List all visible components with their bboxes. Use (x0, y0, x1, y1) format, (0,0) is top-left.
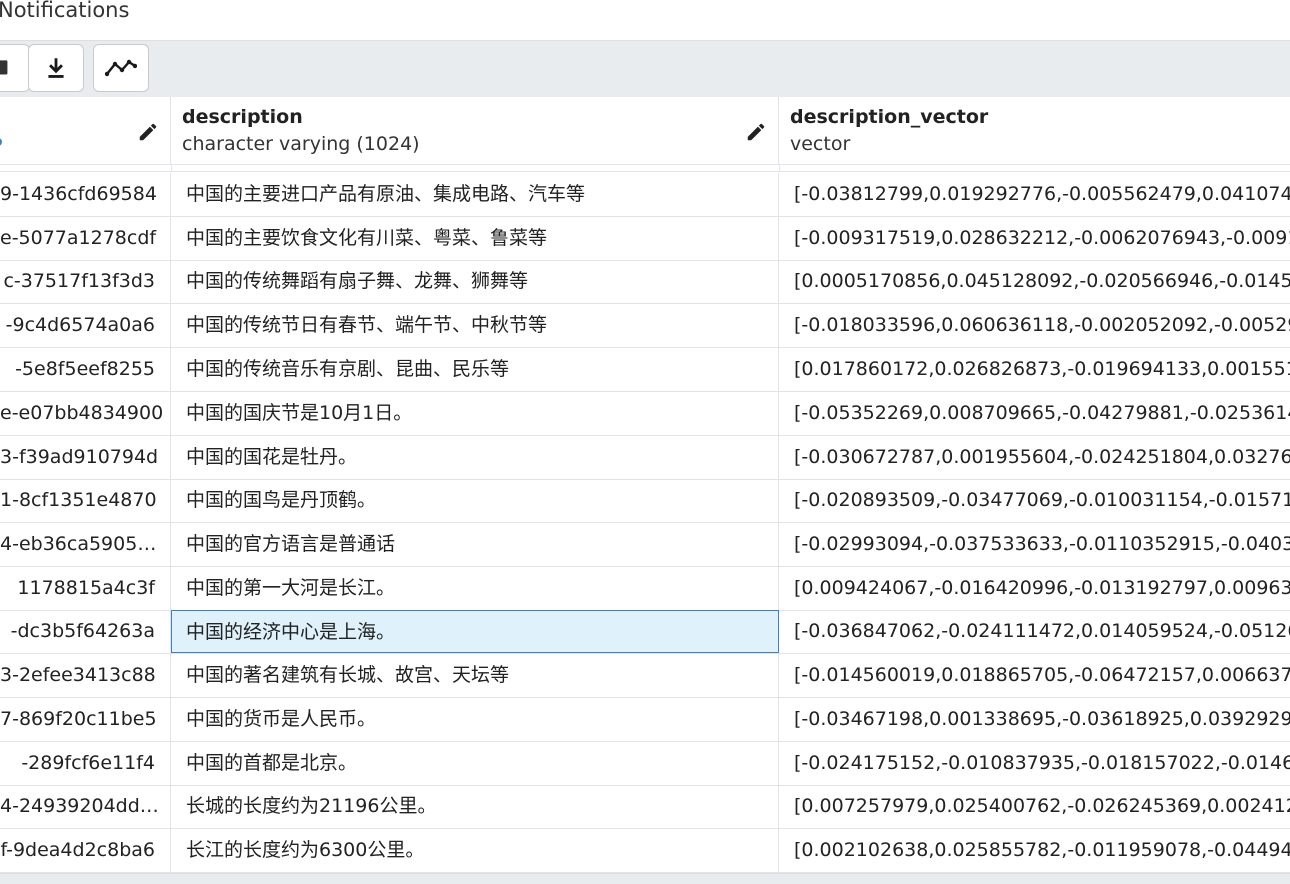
cell-description-vector[interactable]: [-0.05352269,0.008709665,-0.04279881,-0.… (779, 392, 1290, 435)
edit-column-icon[interactable] (745, 121, 767, 143)
cell-description-vector[interactable]: [0.0005170856,0.045128092,-0.020566946,-… (779, 260, 1290, 303)
cell-id[interactable]: 1178815a4c3f (0, 567, 171, 610)
grid-footer (0, 873, 1290, 884)
cell-description-vector[interactable]: [0.017860172,0.026826873,-0.019694133,0.… (779, 348, 1290, 391)
cell-description-vector[interactable]: [-0.03467198,0.001338695,-0.03618925,0.0… (779, 698, 1290, 741)
table-row[interactable]: -5e8f5eef8255 中国的传统音乐有京剧、昆曲、民乐等 [0.0178601… (0, 348, 1290, 392)
cell-id[interactable]: -dc3b5f64263a (0, 610, 171, 653)
cell-description[interactable]: 中国的国花是牡丹。 (171, 436, 779, 479)
cell-description[interactable]: 中国的经济中心是上海。 (171, 610, 779, 653)
cell-description-vector[interactable]: [0.007257979,0.025400762,-0.026245369,0.… (779, 785, 1290, 828)
table-row[interactable]: 1-8cf1351e4870 中国的国鸟是丹顶鹤。 [-0.020893509,-0… (0, 479, 1290, 523)
table-row[interactable]: c-37517f13f3d3 中国的传统舞蹈有扇子舞、龙舞、狮舞等 [0.00051… (0, 260, 1290, 304)
cell-description-vector[interactable]: [-0.009317519,0.028632212,-0.0062076943,… (779, 217, 1290, 260)
cell-description[interactable]: 中国的主要进口产品有原油、集成电路、汽车等 (171, 173, 779, 216)
column-name: description (182, 106, 303, 128)
cell-description-vector[interactable]: [0.009424067,-0.016420996,-0.013192797,0… (779, 567, 1290, 610)
download-icon (48, 58, 64, 78)
column-header-description[interactable]: description character varying (1024) (171, 97, 779, 165)
column-header-description-vector[interactable]: description_vector vector (779, 97, 1290, 165)
table-row[interactable]: 3-f39ad910794d 中国的国花是牡丹。 [-0.030672787,0.0… (0, 436, 1290, 480)
cell-description-vector[interactable]: [-0.02993094,-0.037533633,-0.0110352915,… (779, 523, 1290, 566)
table-row[interactable]: -dc3b5f64263a 中国的经济中心是上海。 [-0.036847062,-0… (0, 610, 1290, 654)
cell-id[interactable]: c-37517f13f3d3 (0, 260, 171, 303)
cell-description[interactable]: 中国的著名建筑有长城、故宫、天坛等 (171, 654, 779, 697)
table-row[interactable]: 3-2efee3413c88 中国的著名建筑有长城、故宫、天坛等 [-0.01456… (0, 654, 1290, 698)
table-row[interactable]: 7-869f20c11be5 中国的货币是人民币。 [-0.03467198,0.0… (0, 698, 1290, 742)
cell-id[interactable]: -289fcf6e11f4 (0, 742, 171, 785)
cell-description[interactable]: 中国的国鸟是丹顶鹤。 (171, 479, 779, 522)
cell-id[interactable]: 9-1436cfd69584 (0, 173, 171, 216)
cell-description[interactable]: 长城的长度约为21196公里。 (171, 785, 779, 828)
cell-id[interactable]: e-5077a1278cdf (0, 217, 171, 260)
cell-description-vector[interactable]: [-0.018033596,0.060636118,-0.002052092,-… (779, 304, 1290, 347)
cell-id[interactable]: -5e8f5eef8255 (0, 348, 171, 391)
table-row[interactable]: e-5077a1278cdf 中国的主要饮食文化有川菜、粤菜、鲁菜等 [-0.009… (0, 217, 1290, 261)
cell-description-vector[interactable]: [-0.03812799,0.019292776,-0.005562479,0.… (779, 173, 1290, 216)
graph-visualiser-button[interactable] (93, 44, 149, 92)
data-grid: description character varying (1024) des… (0, 97, 1290, 883)
cell-id[interactable]: 3-f39ad910794d (0, 436, 171, 479)
column-type: vector (790, 133, 851, 155)
table-row[interactable]: f-9dea4d2c8ba6 长江的长度约为6300公里。 [0.002102638… (0, 829, 1290, 873)
cell-id[interactable]: 4-eb36ca5905… (0, 523, 171, 566)
cell-description[interactable]: 中国的国庆节是10月1日。 (171, 392, 779, 435)
sort-indicator (0, 138, 2, 146)
cell-description-vector[interactable]: [-0.036847062,-0.024111472,0.014059524,-… (779, 610, 1290, 653)
table-row[interactable]: 1178815a4c3f 中国的第一大河是长江。 [0.009424067,-0.0… (0, 567, 1290, 611)
cell-description-vector[interactable]: [0.002102638,0.025855782,-0.011959078,-0… (779, 829, 1290, 872)
column-type: character varying (1024) (182, 133, 420, 155)
cell-id[interactable]: 7-869f20c11be5 (0, 698, 171, 741)
header-spacer (0, 165, 1290, 172)
cell-description[interactable]: 中国的传统舞蹈有扇子舞、龙舞、狮舞等 (171, 260, 779, 303)
table-row[interactable]: -9c4d6574a0a6 中国的传统节日有春节、端午节、中秋节等 [-0.0180… (0, 304, 1290, 348)
copy-icon (0, 60, 8, 75)
cell-description-vector[interactable]: [-0.020893509,-0.03477069,-0.010031154,-… (779, 479, 1290, 522)
cell-id[interactable]: 4-24939204dd… (0, 785, 171, 828)
cell-description[interactable]: 长江的长度约为6300公里。 (171, 829, 779, 872)
cell-description-vector[interactable]: [-0.030672787,0.001955604,-0.024251804,0… (779, 436, 1290, 479)
cell-description[interactable]: 中国的传统节日有春节、端午节、中秋节等 (171, 304, 779, 347)
cell-id[interactable]: 1-8cf1351e4870 (0, 479, 171, 522)
edit-column-icon[interactable] (137, 121, 159, 143)
window-title: Notifications (0, 0, 130, 22)
cell-id[interactable]: -9c4d6574a0a6 (0, 304, 171, 347)
column-header-id[interactable] (0, 97, 171, 165)
cell-description[interactable]: 中国的主要饮食文化有川菜、粤菜、鲁菜等 (171, 217, 779, 260)
cell-id[interactable]: e-e07bb4834900 (0, 392, 171, 435)
table-row[interactable]: 4-24939204dd… 长城的长度约为21196公里。 [0.007257979… (0, 785, 1290, 829)
download-button[interactable] (28, 44, 84, 92)
cell-description[interactable]: 中国的第一大河是长江。 (171, 567, 779, 610)
table-row[interactable]: 4-eb36ca5905… 中国的官方语言是普通话 [-0.02993094,-0.… (0, 523, 1290, 567)
column-name: description_vector (790, 106, 989, 128)
toolbar (0, 40, 1290, 98)
cell-description-vector[interactable]: [-0.014560019,0.018865705,-0.06472157,0.… (779, 654, 1290, 697)
cell-id[interactable]: 3-2efee3413c88 (0, 654, 171, 697)
table-row[interactable]: -289fcf6e11f4 中国的首都是北京。 [-0.024175152,-0.0… (0, 742, 1290, 786)
copy-button[interactable] (0, 44, 30, 92)
cell-description[interactable]: 中国的官方语言是普通话 (171, 523, 779, 566)
graph-icon (105, 59, 137, 77)
cell-description[interactable]: 中国的传统音乐有京剧、昆曲、民乐等 (171, 348, 779, 391)
cell-description[interactable]: 中国的货币是人民币。 (171, 698, 779, 741)
cell-id[interactable]: f-9dea4d2c8ba6 (0, 829, 171, 872)
table-row[interactable]: 9-1436cfd69584 中国的主要进口产品有原油、集成电路、汽车等 [-0.0… (0, 173, 1290, 217)
cell-description-vector[interactable]: [-0.024175152,-0.010837935,-0.018157022,… (779, 742, 1290, 785)
title-bar: Notifications (0, 0, 1290, 40)
table-row[interactable]: e-e07bb4834900 中国的国庆节是10月1日。 [-0.05352269,… (0, 392, 1290, 436)
cell-description[interactable]: 中国的首都是北京。 (171, 742, 779, 785)
